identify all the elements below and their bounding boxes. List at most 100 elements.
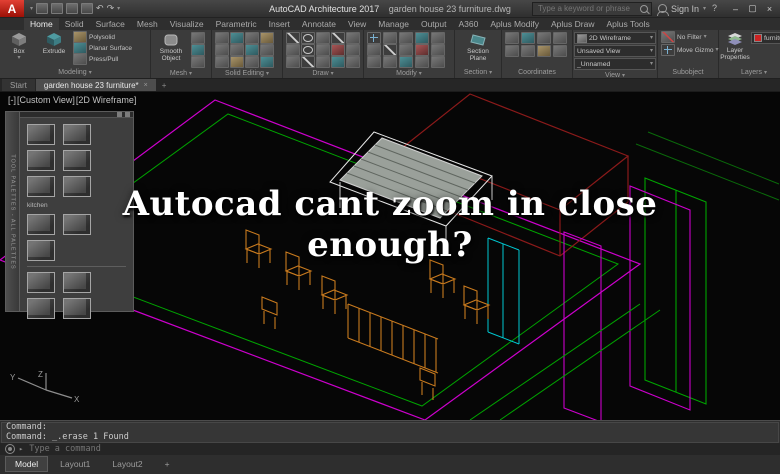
viewport-visual-style-control[interactable]: [2D Wireframe] <box>76 95 137 105</box>
solid-edit-tool-icon[interactable] <box>245 44 259 56</box>
solid-edit-tool-icon[interactable] <box>215 56 229 68</box>
named-view-dropdown[interactable]: Unsaved View ▾ <box>574 45 656 57</box>
box-button[interactable]: Box ▾ <box>3 32 35 61</box>
palette-block-icon[interactable] <box>63 272 91 293</box>
polysolid-button[interactable]: Polysolid <box>73 31 132 43</box>
visual-style-dropdown[interactable]: 2D Wireframe ▾ <box>574 32 656 44</box>
tab-aplus-tools[interactable]: Aplus Tools <box>600 18 655 30</box>
ucs-tool-icon[interactable] <box>537 32 551 44</box>
ucs-tool-icon[interactable] <box>505 45 519 57</box>
draw-tool-icon[interactable] <box>331 56 345 68</box>
modify-tool-icon[interactable] <box>399 44 413 56</box>
signin-control[interactable]: Sign In ▾ <box>656 4 706 16</box>
copy-tool-icon[interactable] <box>367 44 381 56</box>
box-caret-icon[interactable]: ▾ <box>17 55 20 61</box>
modify-tool-icon[interactable] <box>367 56 381 68</box>
solid-edit-tool-icon[interactable] <box>260 32 274 44</box>
app-menu-caret-icon[interactable]: ▾ <box>30 6 33 12</box>
draw-tool-icon[interactable] <box>331 44 345 56</box>
circle-tool-icon[interactable] <box>301 32 315 44</box>
rotate-tool-icon[interactable] <box>383 32 397 44</box>
solid-edit-tool-icon[interactable] <box>215 32 229 44</box>
solid-edit-tool-icon[interactable] <box>230 56 244 68</box>
ucs-tool-icon[interactable] <box>505 32 519 44</box>
layer-properties-button[interactable]: Layer Properties <box>720 32 750 62</box>
ucs-tool-icon[interactable] <box>553 45 567 57</box>
drawing-canvas[interactable]: [-] [Custom View] [2D Wireframe] TOOL PA… <box>0 92 780 420</box>
tab-aplus-draw[interactable]: Aplus Draw <box>545 18 600 30</box>
model-tab[interactable]: Model <box>5 455 49 472</box>
panel-label-modify[interactable]: Modify ▾ <box>364 69 454 78</box>
modify-tool-icon[interactable] <box>415 32 429 44</box>
customize-icon[interactable] <box>5 444 15 454</box>
section-plane-button[interactable]: Section Plane <box>458 32 498 63</box>
tab-manage[interactable]: Manage <box>372 18 415 30</box>
signin-label[interactable]: Sign In <box>671 4 699 14</box>
move-gizmo-button[interactable]: Move Gizmo ▾ <box>661 44 719 56</box>
help-search-box[interactable] <box>531 1 652 16</box>
line-tool-icon[interactable] <box>286 32 300 44</box>
search-icon[interactable] <box>639 4 648 13</box>
command-input[interactable] <box>27 443 775 455</box>
tab-mesh[interactable]: Mesh <box>131 18 164 30</box>
signin-caret-icon[interactable]: ▾ <box>703 6 706 12</box>
help-icon[interactable]: ? <box>712 4 717 13</box>
panel-label-view[interactable]: View ▾ <box>573 72 657 79</box>
print-icon[interactable] <box>81 3 94 14</box>
undo-icon[interactable]: ↶ <box>96 4 104 13</box>
ucs-tool-icon[interactable] <box>521 32 535 44</box>
file-tab-drawing[interactable]: garden house 23 furniture* × <box>35 79 156 91</box>
modify-tool-icon[interactable] <box>431 56 445 68</box>
viewport-view-control[interactable]: [Custom View] <box>17 95 75 105</box>
app-logo-icon[interactable]: A <box>0 0 24 17</box>
draw-tool-icon[interactable] <box>286 44 300 56</box>
tab-insert[interactable]: Insert <box>263 18 296 30</box>
solid-edit-tool-icon[interactable] <box>245 32 259 44</box>
mesh-tool-icon[interactable] <box>191 56 205 68</box>
panel-label-modeling[interactable]: Modeling ▾ <box>0 67 150 78</box>
new-tab-button[interactable]: + <box>157 79 172 91</box>
modify-tool-icon[interactable] <box>415 56 429 68</box>
ucs-tool-icon[interactable] <box>537 45 551 57</box>
tab-aplus-modify[interactable]: Aplus Modify <box>484 18 545 30</box>
search-input[interactable] <box>535 3 637 14</box>
viewport-menu-control[interactable]: [-] <box>8 95 16 105</box>
move-tool-icon[interactable] <box>367 32 381 44</box>
solid-edit-tool-icon[interactable] <box>230 44 244 56</box>
draw-tool-icon[interactable] <box>346 56 360 68</box>
modify-tool-icon[interactable] <box>431 32 445 44</box>
tab-visualize[interactable]: Visualize <box>164 18 210 30</box>
new-layout-button[interactable]: + <box>155 456 180 472</box>
panel-label-draw[interactable]: Draw ▾ <box>283 69 363 78</box>
smooth-object-button[interactable]: Smooth Object <box>154 32 188 63</box>
draw-tool-icon[interactable] <box>316 44 330 56</box>
minimize-button[interactable]: – <box>727 2 744 16</box>
draw-tool-icon[interactable] <box>301 56 315 68</box>
draw-tool-icon[interactable] <box>316 56 330 68</box>
palette-block-icon[interactable] <box>27 150 55 171</box>
ucs-tool-icon[interactable] <box>521 45 535 57</box>
panel-label-coordinates[interactable]: Coordinates <box>502 67 572 78</box>
maximize-button[interactable]: ▢ <box>744 2 761 16</box>
palette-block-icon[interactable] <box>27 298 55 319</box>
tab-annotate[interactable]: Annotate <box>296 18 342 30</box>
draw-tool-icon[interactable] <box>346 32 360 44</box>
polyline-tool-icon[interactable] <box>331 32 345 44</box>
command-history[interactable]: Command: Command: _.erase 1 Found <box>1 422 779 443</box>
draw-tool-icon[interactable] <box>346 44 360 56</box>
draw-tool-icon[interactable] <box>316 32 330 44</box>
tab-solid[interactable]: Solid <box>59 18 90 30</box>
new-file-icon[interactable] <box>36 3 49 14</box>
close-button[interactable]: × <box>761 2 778 16</box>
redo-icon[interactable]: ↷ <box>107 4 115 13</box>
arc-tool-icon[interactable] <box>301 44 315 56</box>
close-tab-icon[interactable]: × <box>144 82 148 89</box>
panel-label-subobject[interactable]: Subobject <box>658 67 718 78</box>
tab-a360[interactable]: A360 <box>452 18 484 30</box>
ucs-tool-icon[interactable] <box>553 32 567 44</box>
planar-surface-button[interactable]: Planar Surface <box>73 42 132 54</box>
extrude-button[interactable]: Extrude <box>38 32 70 55</box>
tab-output[interactable]: Output <box>415 18 453 30</box>
erase-tool-icon[interactable] <box>415 44 429 56</box>
panel-label-mesh[interactable]: Mesh ▾ <box>151 69 211 78</box>
